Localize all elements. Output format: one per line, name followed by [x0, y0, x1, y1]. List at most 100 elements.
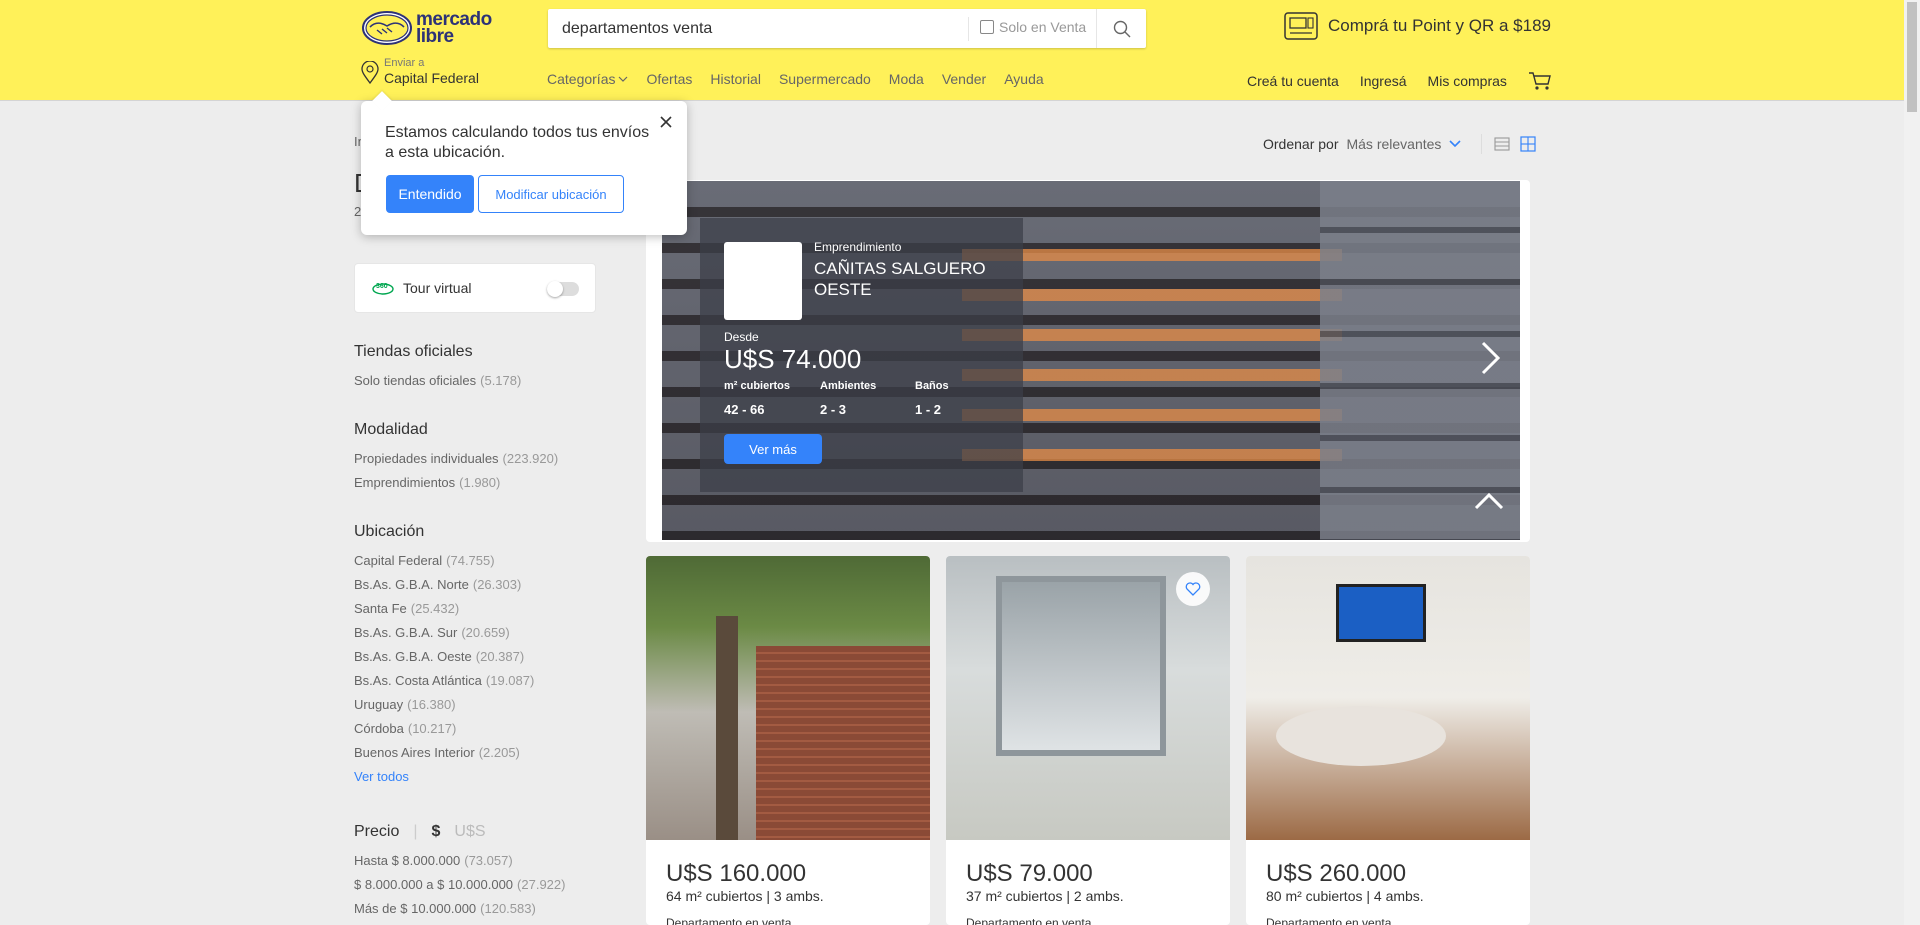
- filter-title: Precio: [354, 823, 400, 840]
- modificar-ubicacion-button[interactable]: Modificar ubicación: [478, 175, 624, 213]
- close-icon[interactable]: [659, 115, 673, 129]
- chevron-right-icon[interactable]: [1480, 340, 1502, 376]
- checkbox-box[interactable]: [980, 20, 994, 34]
- favorite-button[interactable]: [1176, 572, 1210, 606]
- search-button[interactable]: [1096, 9, 1146, 48]
- main-nav: Categorías Ofertas Historial Supermercad…: [547, 71, 1062, 87]
- listing-card[interactable]: U$S 160.000 64 m² cubiertos | 3 ambs. De…: [646, 556, 930, 925]
- listing-photo[interactable]: [646, 556, 930, 840]
- handshake-logo-icon: [362, 11, 412, 45]
- price-separator: |: [413, 823, 418, 840]
- nav-vender[interactable]: Vender: [942, 71, 986, 87]
- development-name: CAÑITAS SALGUERO OESTE: [814, 259, 986, 299]
- solo-en-venta-label: Solo en Venta: [999, 19, 1087, 35]
- login-link[interactable]: Ingresá: [1360, 73, 1407, 89]
- filter-option[interactable]: Uruguay (16.380): [354, 697, 604, 721]
- promo-text: Comprá tu Point y QR a $189: [1328, 16, 1552, 35]
- filter-option[interactable]: Hasta $ 8.000.000 (73.057): [354, 853, 604, 877]
- filter-option[interactable]: Bs.As. G.B.A. Sur (20.659): [354, 625, 604, 649]
- photo-tree: [716, 616, 738, 840]
- svg-text:360: 360: [376, 283, 388, 290]
- price-header: Precio | $ U$S: [354, 823, 604, 841]
- filter-ubicacion: Ubicación Capital Federal (74.755) Bs.As.…: [354, 523, 604, 784]
- location-small-label: Enviar a: [384, 57, 425, 69]
- listing-attributes: 64 m² cubiertos | 3 ambs.: [666, 888, 824, 904]
- nav-ofertas[interactable]: Ofertas: [646, 71, 692, 87]
- nav-supermercado[interactable]: Supermercado: [779, 71, 871, 87]
- logo-text: mercado libre: [416, 9, 492, 47]
- listing-card[interactable]: U$S 260.000 80 m² cubiertos | 4 ambs. De…: [1246, 556, 1530, 925]
- nav-ayuda[interactable]: Ayuda: [1004, 71, 1043, 87]
- attr-m2: m² cubiertos 42 - 66: [724, 380, 791, 417]
- listing-type: Departamento en venta: [966, 916, 1092, 925]
- search-bar: Solo en Venta: [548, 9, 1146, 48]
- page-scrollbar[interactable]: [1904, 0, 1920, 925]
- chevron-down-icon[interactable]: [1449, 140, 1461, 148]
- sort-label: Ordenar por: [1263, 136, 1339, 152]
- location-value: Capital Federal: [384, 70, 479, 86]
- filter-modalidad: Modalidad Propiedades individuales (223.9…: [354, 421, 604, 499]
- filter-option[interactable]: Santa Fe (25.432): [354, 601, 604, 625]
- nav-moda[interactable]: Moda: [889, 71, 924, 87]
- photo-tv: [1336, 584, 1426, 642]
- chevron-up-icon[interactable]: [1474, 492, 1504, 510]
- tour-virtual-toggle[interactable]: [547, 281, 579, 297]
- attr-ambientes: Ambientes 2 - 3: [820, 380, 877, 417]
- filter-option[interactable]: Más de $ 10.000.000 (120.583): [354, 901, 604, 925]
- filter-option[interactable]: Capital Federal (74.755): [354, 553, 604, 577]
- ver-mas-button[interactable]: Ver más: [724, 434, 822, 464]
- development-card: Emprendimiento CAÑITAS SALGUERO OESTE De…: [700, 218, 1023, 492]
- listing-price: U$S 160.000: [666, 860, 807, 887]
- grid-view-icon[interactable]: [1520, 136, 1537, 152]
- solo-en-venta-checkbox[interactable]: Solo en Venta: [980, 19, 1086, 35]
- filter-option[interactable]: Bs.As. G.B.A. Norte (26.303): [354, 577, 604, 601]
- 360-tour-icon: 360: [372, 283, 394, 295]
- photo-table: [1276, 706, 1446, 766]
- filter-option[interactable]: Buenos Aires Interior (2.205): [354, 745, 604, 769]
- tour-virtual-label: Tour virtual: [403, 280, 472, 296]
- listing-attributes: 37 m² cubiertos | 2 ambs.: [966, 888, 1124, 904]
- filter-option[interactable]: Emprendimientos (1.980): [354, 475, 604, 499]
- list-view-icon[interactable]: [1494, 137, 1510, 151]
- filter-option[interactable]: Bs.As. Costa Atlántica (19.087): [354, 673, 604, 697]
- filter-title: Ubicación: [354, 523, 425, 540]
- search-icon: [1113, 20, 1130, 37]
- filter-option[interactable]: Propiedades individuales (223.920): [354, 451, 604, 475]
- sort-bar: Ordenar por Más relevantes: [1263, 134, 1537, 154]
- heart-icon: [1185, 582, 1201, 596]
- filter-option[interactable]: Solo tiendas oficiales (5.178): [354, 373, 604, 397]
- listing-photo[interactable]: [1246, 556, 1530, 840]
- currency-ars-toggle[interactable]: $: [432, 823, 441, 841]
- mercadolibre-logo[interactable]: mercado libre: [362, 10, 502, 46]
- ver-todos-link[interactable]: Ver todos: [354, 769, 604, 784]
- tour-virtual-filter[interactable]: 360 Tour virtual: [354, 263, 596, 313]
- entendido-button[interactable]: Entendido: [386, 175, 474, 213]
- tooltip-message: Estamos calculando todos tus envíos a es…: [385, 124, 650, 161]
- promo-point-qr[interactable]: Comprá tu Point y QR a $189: [1284, 12, 1551, 40]
- filter-option[interactable]: Bs.As. G.B.A. Oeste (20.387): [354, 649, 604, 673]
- location-pin-icon: [361, 61, 379, 85]
- my-purchases-link[interactable]: Mis compras: [1428, 73, 1507, 89]
- point-device-icon: [1284, 12, 1318, 40]
- photo-brick-wall: [756, 646, 930, 840]
- create-account-link[interactable]: Creá tu cuenta: [1247, 73, 1339, 89]
- filter-option[interactable]: Córdoba (10.217): [354, 721, 604, 745]
- cart-icon[interactable]: [1528, 71, 1552, 91]
- user-nav: Creá tu cuenta Ingresá Mis compras: [1247, 71, 1552, 91]
- development-kind: Emprendimiento: [814, 240, 902, 254]
- nav-categorias[interactable]: Categorías: [547, 71, 628, 87]
- filter-precio: Precio | $ U$S Hasta $ 8.000.000 (73.057)…: [354, 823, 604, 925]
- filter-option[interactable]: $ 8.000.000 a $ 10.000.000 (27.922): [354, 877, 604, 901]
- listing-card[interactable]: U$S 79.000 37 m² cubiertos | 2 ambs. Dep…: [946, 556, 1230, 925]
- listing-price: U$S 79.000: [966, 860, 1093, 887]
- photo-window: [996, 576, 1166, 756]
- search-input[interactable]: [562, 18, 942, 40]
- sort-dropdown[interactable]: Más relevantes: [1346, 136, 1441, 152]
- shipping-location[interactable]: Enviar a Capital Federal: [360, 57, 479, 86]
- filter-tiendas-oficiales: Tiendas oficiales Solo tiendas oficiales…: [354, 343, 604, 397]
- nav-historial[interactable]: Historial: [710, 71, 761, 87]
- location-tooltip: Estamos calculando todos tus envíos a es…: [361, 101, 687, 235]
- scrollbar-thumb[interactable]: [1907, 2, 1917, 112]
- currency-usd-toggle[interactable]: U$S: [454, 823, 485, 841]
- price-from-label: Desde: [724, 330, 759, 344]
